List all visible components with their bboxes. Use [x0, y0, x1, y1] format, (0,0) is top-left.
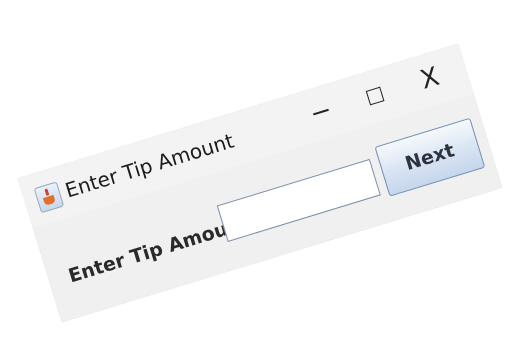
cup-shape	[42, 194, 56, 206]
steam-shape	[44, 188, 50, 196]
tip-amount-input[interactable]	[216, 158, 381, 242]
minimize-icon	[312, 108, 329, 116]
maximize-icon	[365, 86, 384, 106]
java-cup-icon	[33, 181, 65, 214]
dialog-window: Enter Tip Amount X Enter Tip Amount: Nex…	[18, 44, 502, 322]
window-title: Enter Tip Amount	[62, 128, 237, 203]
maximize-button[interactable]	[351, 74, 397, 118]
close-button[interactable]: X	[407, 57, 453, 101]
screen: Enter Tip Amount X Enter Tip Amount: Nex…	[0, 0, 514, 338]
close-icon: X	[417, 61, 443, 96]
next-button[interactable]: Next	[374, 117, 486, 197]
minimize-button[interactable]	[298, 90, 344, 134]
